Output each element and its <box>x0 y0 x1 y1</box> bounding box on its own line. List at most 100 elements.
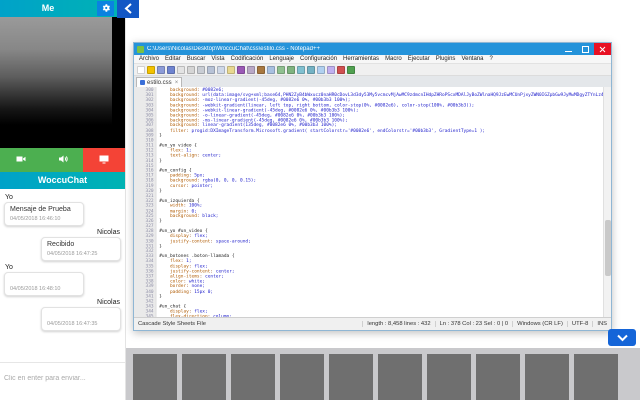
message-time: 04/05/2018 16:46:10 <box>10 216 78 222</box>
close-icon[interactable] <box>177 66 185 74</box>
message-author: Yo <box>5 194 13 201</box>
save-icon[interactable] <box>157 66 165 74</box>
window-titlebar[interactable]: C:\Users\Nicolas\Desktop\WoccuChat\css\e… <box>134 43 611 55</box>
video-tile[interactable] <box>231 354 275 400</box>
chat-title: WoccuChat <box>0 172 125 189</box>
chat-message: Yo04/05/2018 16:48:10 <box>0 261 125 296</box>
chevron-down-icon <box>617 330 628 345</box>
sync-scroll-h-icon[interactable] <box>307 66 315 74</box>
message-time: 04/05/2018 16:48:10 <box>10 286 78 292</box>
message-input[interactable] <box>4 375 121 382</box>
editor-surface: 3003013023033043053063073083093103113123… <box>134 87 611 317</box>
video-tile[interactable] <box>525 354 569 400</box>
vertical-scrollbar[interactable] <box>603 87 611 317</box>
screen-icon <box>98 153 110 168</box>
paste-icon[interactable] <box>227 66 235 74</box>
video-tile[interactable] <box>574 354 618 400</box>
message-time: 04/05/2018 16:47:35 <box>47 321 115 327</box>
message-bubble[interactable]: Recibido 04/05/2018 16:47:25 <box>41 237 121 261</box>
save-all-icon[interactable] <box>167 66 175 74</box>
chat-message: Yo Mensaje de Prueba 04/05/2018 16:46:10 <box>0 191 125 226</box>
local-video-preview <box>0 17 125 148</box>
video-thumbnail-strip <box>126 348 640 400</box>
video-tile[interactable] <box>280 354 324 400</box>
code-editor[interactable]: 3003013023033043053063073083093103113123… <box>134 87 611 317</box>
video-tile[interactable] <box>476 354 520 400</box>
menu-codificacin[interactable]: Codificación <box>228 56 267 62</box>
close-button[interactable] <box>594 43 611 55</box>
message-text <box>47 311 115 319</box>
menu-editar[interactable]: Editar <box>162 56 184 62</box>
minimize-button[interactable] <box>560 43 577 55</box>
menu-herramientas[interactable]: Herramientas <box>340 56 382 62</box>
redo-icon[interactable] <box>247 66 255 74</box>
gear-icon <box>101 1 111 16</box>
video-tile[interactable] <box>329 354 373 400</box>
settings-button[interactable] <box>97 1 114 16</box>
video-tile[interactable] <box>133 354 177 400</box>
camera-button[interactable] <box>0 148 42 172</box>
close-all-icon[interactable] <box>187 66 195 74</box>
menu-ejecutar[interactable]: Ejecutar <box>405 56 433 62</box>
call-controls <box>0 148 125 172</box>
show-all-chars-icon[interactable] <box>327 66 335 74</box>
saved-disk-icon <box>140 80 145 85</box>
scroll-down-button[interactable] <box>608 329 636 346</box>
line-number: 345 <box>134 314 154 317</box>
chat-message: Nicolas04/05/2018 16:47:35 <box>0 296 125 331</box>
tab-bar: estilo.css × <box>134 76 611 87</box>
menu-lenguaje[interactable]: Lenguaje <box>266 56 297 62</box>
message-time: 04/05/2018 16:47:25 <box>47 251 115 257</box>
chevron-left-icon <box>124 2 133 17</box>
menu-plugins[interactable]: Plugins <box>433 56 459 62</box>
replace-icon[interactable] <box>267 66 275 74</box>
find-icon[interactable] <box>257 66 265 74</box>
collapse-sidebar-button[interactable] <box>117 0 139 18</box>
chat-message: NicolasRecibido04/05/2018 16:47:25 <box>0 226 125 261</box>
scrollbar-thumb[interactable] <box>605 220 611 275</box>
sync-scroll-v-icon[interactable] <box>297 66 305 74</box>
status-insert-mode: INS <box>592 321 611 327</box>
message-text: Recibido <box>47 241 115 249</box>
menu-configuracin[interactable]: Configuración <box>297 56 340 62</box>
video-feed <box>0 17 112 125</box>
screen-button[interactable] <box>83 148 125 172</box>
maximize-button[interactable] <box>577 43 594 55</box>
file-tab-label: estilo.css <box>147 80 172 86</box>
message-list[interactable]: Yo Mensaje de Prueba 04/05/2018 16:46:10 Ni… <box>0 189 125 362</box>
me-title: Me <box>0 0 96 17</box>
tab-close-icon[interactable]: × <box>175 80 179 86</box>
zoom-out-icon[interactable] <box>287 66 295 74</box>
message-text: Mensaje de Prueba <box>10 206 78 214</box>
word-wrap-icon[interactable] <box>317 66 325 74</box>
zoom-in-icon[interactable] <box>277 66 285 74</box>
undo-icon[interactable] <box>237 66 245 74</box>
macro-record-icon[interactable] <box>337 66 345 74</box>
speaker-button[interactable] <box>42 148 84 172</box>
menu-ventana[interactable]: Ventana <box>458 56 486 62</box>
menu-archivo[interactable]: Archivo <box>136 56 162 62</box>
code-line: flex-direction: column; <box>159 314 611 317</box>
open-folder-icon[interactable] <box>147 66 155 74</box>
print-icon[interactable] <box>197 66 205 74</box>
menu-bar: ArchivoEditarBuscarVistaCodificaciónLeng… <box>134 55 611 64</box>
file-tab[interactable]: estilo.css × <box>136 77 182 87</box>
video-tile[interactable] <box>182 354 226 400</box>
video-tile[interactable] <box>427 354 471 400</box>
chat-panel: Me WoccuChat Yo Mensaje de Prueba 04/05/20… <box>0 0 126 400</box>
menu-buscar[interactable]: Buscar <box>184 56 209 62</box>
video-tile[interactable] <box>378 354 422 400</box>
message-bubble[interactable]: Mensaje de Prueba 04/05/2018 16:46:10 <box>4 202 84 226</box>
cut-icon[interactable] <box>207 66 215 74</box>
new-file-icon[interactable] <box>137 66 145 74</box>
code-area[interactable]: background: #0082e6; background: url(dat… <box>156 87 611 317</box>
status-encoding: UTF-8 <box>567 321 592 327</box>
menu-macro[interactable]: Macro <box>382 56 405 62</box>
notepad-window: C:\Users\Nicolas\Desktop\WoccuChat\css\e… <box>133 42 612 331</box>
message-bubble[interactable]: 04/05/2018 16:47:35 <box>41 307 121 331</box>
macro-play-icon[interactable] <box>347 66 355 74</box>
menu-vista[interactable]: Vista <box>208 56 227 62</box>
menu-?[interactable]: ? <box>486 56 495 62</box>
copy-icon[interactable] <box>217 66 225 74</box>
message-bubble[interactable]: 04/05/2018 16:48:10 <box>4 272 84 296</box>
